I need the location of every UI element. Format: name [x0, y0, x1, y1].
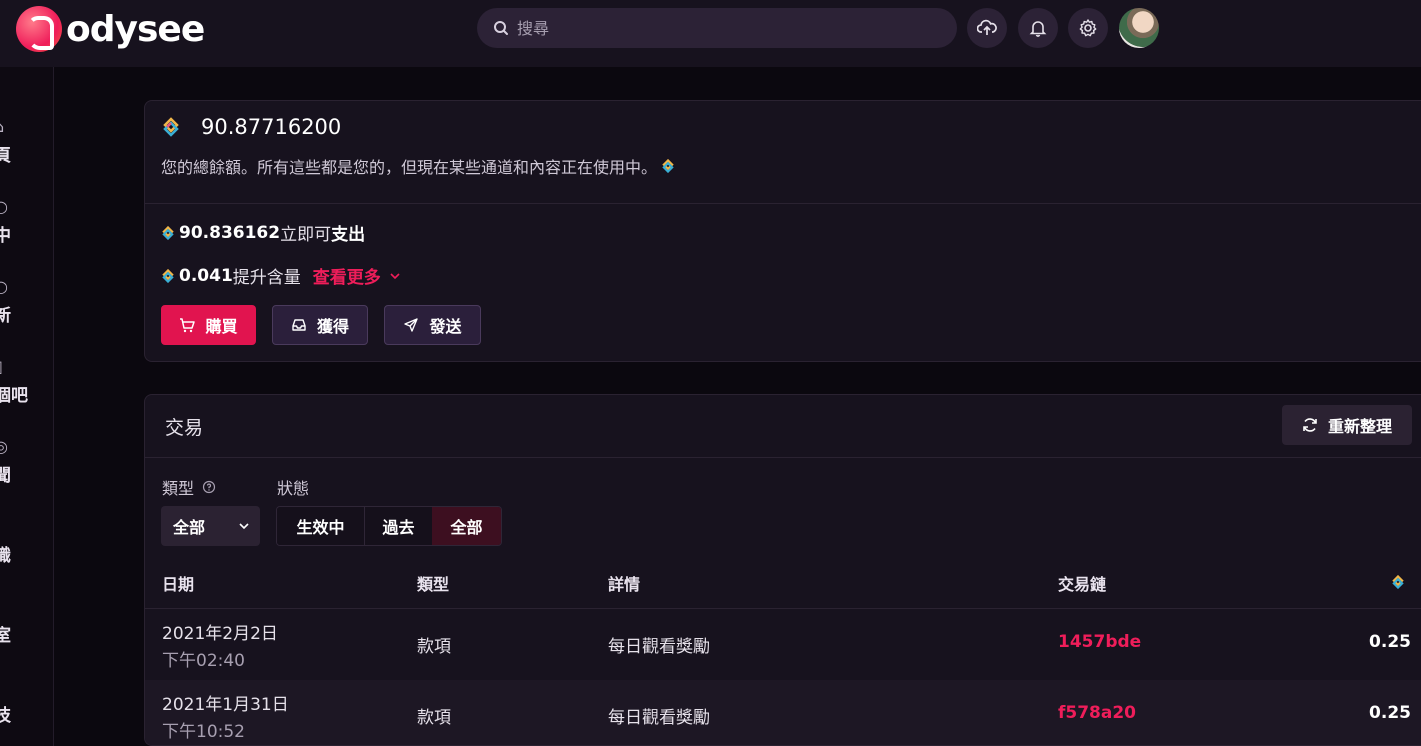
column-header-date: 日期 [162, 575, 195, 594]
sidebar-item-label: 新 [0, 306, 11, 326]
refresh-icon [1303, 418, 1317, 432]
list-icon: ▯ [0, 357, 3, 376]
balance-description: 您的總餘額。所有這些都是您的，但現在某些通道和內容正在使用中。 [161, 154, 675, 178]
send-icon [404, 318, 419, 332]
spendable-balance: 90.836162 立即可 支出 [161, 220, 365, 245]
see-more-link[interactable]: 查看更多 [313, 263, 381, 288]
bar-icon: │ [0, 677, 4, 696]
sidebar-item-label: 頁 [0, 146, 11, 166]
boost-text: 提升含量 [232, 268, 301, 288]
sidebar-item-label: 技 [0, 706, 11, 726]
table-row: 2021年1月31日 下午10:52 款項 每日觀看獎勵 f578a20 0.2… [145, 680, 1421, 745]
search-icon [493, 20, 509, 36]
table-row: 2021年2月2日 下午02:40 款項 每日觀看獎勵 1457bde 0.25 [145, 609, 1421, 679]
row-type: 款項 [417, 708, 451, 728]
inbox-icon [292, 319, 306, 331]
transactions-card: 交易 重新整理 類型 狀態 全部 生效中 過去 全部 日期 類型 詳情 交易鏈 … [144, 394, 1421, 746]
balance-description-text: 您的總餘額。所有這些都是您的，但現在某些通道和內容正在使用中。 [161, 158, 658, 177]
divider [145, 203, 1421, 204]
odysee-logo-mark [16, 6, 62, 52]
upload-button[interactable] [967, 8, 1007, 48]
wallet-balance-card: 90.87716200 您的總餘額。所有這些都是您的，但現在某些通道和內容正在使… [144, 100, 1421, 362]
transactions-title: 交易 [165, 417, 204, 439]
circle-icon: ○ [0, 277, 8, 296]
row-details: 每日觀看獎勵 [608, 708, 710, 728]
earn-button[interactable]: 獲得 [272, 305, 368, 345]
row-txid-link[interactable]: f578a20 [1058, 703, 1136, 723]
sidebar-item-label: 室 [0, 626, 11, 646]
help-icon[interactable] [202, 480, 216, 494]
spendable-text-bold: 支出 [331, 225, 366, 245]
row-details: 每日觀看獎勵 [608, 637, 710, 657]
spendable-text: 立即可 [280, 225, 332, 245]
bell-icon [1029, 21, 1047, 37]
home-icon: ⌂ [0, 117, 4, 136]
status-filter: 生效中 過去 全部 [276, 506, 502, 546]
status-option-active[interactable]: 生效中 [277, 507, 364, 545]
bar-icon: │ [0, 517, 4, 536]
spendable-amount: 90.836162 [179, 222, 281, 243]
settings-button[interactable] [1068, 8, 1108, 48]
type-filter-label: 類型 [162, 475, 216, 499]
lbc-credits-icon [163, 117, 179, 137]
top-header: odysee [0, 0, 1421, 67]
type-select[interactable]: 全部 [161, 506, 260, 546]
type-select-value: 全部 [173, 518, 206, 537]
sidebar-item-label: 聞 [0, 466, 11, 486]
search-bar[interactable] [477, 8, 957, 48]
row-type: 款項 [417, 637, 451, 657]
sidebar-item-label: 識 [0, 546, 11, 566]
notifications-button[interactable] [1018, 8, 1058, 48]
chevron-down-icon [239, 523, 249, 530]
cart-icon [180, 318, 196, 333]
refresh-label: 重新整理 [1327, 417, 1392, 436]
status-filter-label: 狀態 [277, 479, 310, 498]
total-balance: 90.87716200 [161, 115, 341, 139]
divider [145, 457, 1421, 458]
lbc-credits-icon [162, 268, 174, 283]
circle-icon: ○ [0, 197, 8, 216]
row-txid-link[interactable]: 1457bde [1058, 632, 1141, 652]
buy-button[interactable]: 購買 [161, 305, 256, 345]
sidebar-item-label: 中 [0, 226, 11, 246]
column-header-type: 類型 [417, 575, 450, 594]
column-header-txid: 交易鏈 [1058, 575, 1107, 594]
sidebar-item-label: 個吧 [0, 386, 28, 406]
buy-button-label: 購買 [205, 317, 238, 336]
row-amount: 0.25 [1369, 703, 1411, 723]
lbc-credits-icon [162, 225, 174, 240]
lbc-credits-icon [662, 159, 674, 173]
gear-icon [1079, 19, 1097, 37]
cloud-upload-icon [977, 19, 997, 35]
total-balance-value: 90.87716200 [201, 115, 342, 139]
chevron-down-icon[interactable] [389, 270, 401, 282]
row-date: 2021年2月2日 [162, 624, 278, 644]
type-filter-label-text: 類型 [162, 479, 195, 498]
earn-button-label: 獲得 [316, 317, 349, 336]
logo-text: odysee [66, 8, 205, 50]
boost-amount: 0.041 [179, 265, 233, 286]
status-option-all[interactable]: 全部 [432, 507, 501, 545]
row-time: 下午10:52 [162, 722, 245, 742]
row-date: 2021年1月31日 [162, 695, 289, 715]
send-button-label: 發送 [429, 317, 462, 336]
column-header-details: 詳情 [608, 575, 641, 594]
send-button[interactable]: 發送 [384, 305, 481, 345]
row-time: 下午02:40 [162, 651, 245, 671]
boost-balance: 0.041 提升含量 查看更多 [161, 263, 401, 288]
sidebar: ⌂ 頁 ○ 中 ○ 新 ▯ 個吧 ◎ 聞 │ 識 · 室 │ 技 [0, 67, 54, 746]
globe-icon: ◎ [0, 437, 8, 456]
user-avatar[interactable] [1119, 8, 1159, 48]
row-amount: 0.25 [1369, 632, 1411, 652]
odysee-logo[interactable]: odysee [16, 6, 205, 52]
search-input[interactable] [517, 18, 937, 38]
refresh-button[interactable]: 重新整理 [1282, 405, 1412, 445]
lbc-credits-icon [1392, 575, 1404, 589]
status-option-past[interactable]: 過去 [364, 507, 432, 545]
